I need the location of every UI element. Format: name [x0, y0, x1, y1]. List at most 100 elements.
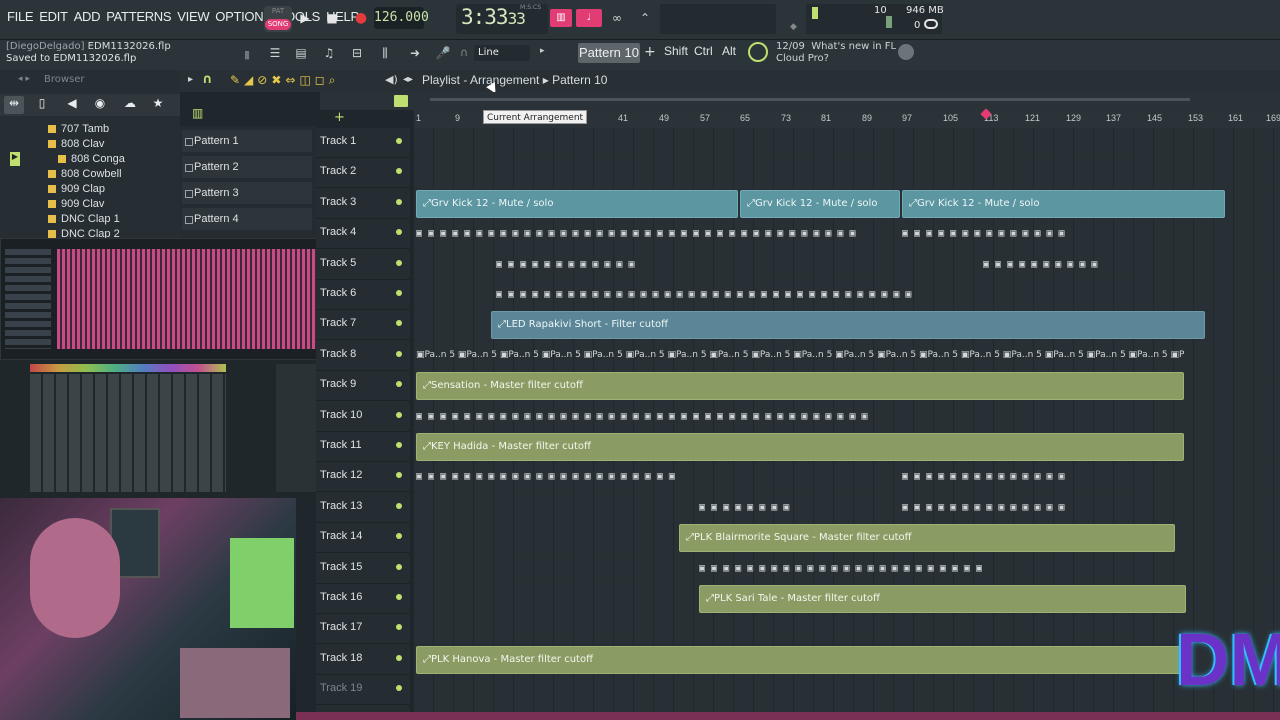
globe-icon[interactable] — [898, 44, 914, 60]
track-header[interactable]: Track 6 — [316, 280, 410, 310]
picker-icon[interactable]: ▥ — [192, 106, 203, 120]
arrow-right-icon[interactable]: ➜ — [404, 42, 426, 64]
time-display[interactable]: 3:3333 — [461, 5, 526, 29]
playlist-clip[interactable]: ⤢Grv Kick 12 - Mute / solo — [416, 189, 738, 218]
browser-item[interactable]: 808 Conga — [58, 153, 125, 165]
menu-add[interactable]: ADD — [71, 9, 104, 24]
snap-magnet-icon[interactable]: ∩ — [202, 72, 216, 87]
browser-nav-icon[interactable]: ◂ ▸ — [18, 74, 30, 84]
pat-song-toggle[interactable]: PAT SONG — [264, 6, 292, 32]
track-header[interactable]: Track 7 — [316, 310, 410, 341]
tempo-display[interactable]: 126.000 — [374, 7, 429, 29]
browser-item[interactable]: 808 Cowbell — [48, 168, 122, 180]
track-header[interactable]: Track 5 — [316, 250, 410, 280]
pin-icon[interactable]: ▮ — [244, 48, 256, 62]
news-icon[interactable] — [748, 42, 768, 62]
pattern-item[interactable]: Pattern 3 — [182, 182, 312, 204]
browser-files-icon[interactable]: ▯ — [32, 96, 52, 114]
menu-patterns[interactable]: PATTERNS — [103, 9, 174, 24]
menu-edit[interactable]: EDIT — [36, 9, 70, 24]
pattern-clip-row[interactable]: ▣ ▣ ▣ ▣ ▣ ▣ ▣ ▣ ▣ ▣ ▣ ▣ ▣ ▣ ▣ ▣ ▣ ▣ ▣ ▣ … — [416, 471, 856, 499]
pattern-item[interactable]: Pattern 2 — [182, 156, 312, 178]
playlist-title-text[interactable]: Playlist - Arrangement — [422, 73, 539, 87]
browser-item[interactable]: 909 Clap — [48, 183, 105, 195]
playlist-timeline-overview[interactable] — [320, 92, 1280, 110]
ctrl-key[interactable]: Ctrl — [694, 44, 713, 58]
title-arrow-icon[interactable]: ◂▸ — [403, 74, 413, 85]
snap-select[interactable]: Line — [474, 45, 530, 61]
browser-globe-icon[interactable]: ◉ — [90, 96, 110, 114]
track-header[interactable]: Track 8 — [316, 341, 410, 371]
pattern-clip-row[interactable]: ▣ ▣ ▣ ▣ ▣ ▣ ▣ ▣ ▣ ▣ ▣ ▣ — [496, 259, 731, 287]
mixer-faders-icon[interactable]: ⫼ — [374, 42, 396, 64]
track-header[interactable]: Track 10 — [316, 402, 410, 432]
record-icon[interactable]: ● — [350, 7, 372, 29]
play-icon[interactable]: ▶ — [294, 7, 316, 29]
channel-rack-thumbnail[interactable] — [0, 238, 322, 360]
master-pitch-icon[interactable]: ◆ — [790, 22, 800, 32]
metronome-icon[interactable]: ⌃ — [634, 7, 656, 29]
news-panel[interactable]: 12/09 What's new in FL Cloud Pro? — [776, 41, 896, 65]
track-header[interactable]: Track 9 — [316, 371, 410, 402]
track-header[interactable]: Track 3 — [316, 189, 410, 219]
pattern-item[interactable]: Pattern 4 — [182, 208, 312, 230]
pattern-clip-row[interactable]: ▣ ▣ ▣ ▣ ▣ ▣ ▣ ▣ ▣ ▣ ▣ ▣ ▣ ▣ ▣ ▣ ▣ ▣ ▣ ▣ … — [416, 411, 1184, 439]
playlist-title-pattern[interactable]: Pattern 10 — [552, 73, 607, 87]
pattern-select[interactable]: Pattern 10 — [578, 43, 640, 63]
playlist-menu-icon[interactable]: ▸ — [188, 74, 193, 85]
playlist-clip[interactable]: ⤢Grv Kick 12 - Mute / solo — [740, 189, 900, 218]
speaker-icon[interactable]: ◀) — [385, 73, 398, 86]
channel-rack-icon[interactable]: ▤ — [290, 42, 312, 64]
stop-icon[interactable]: ■ — [321, 7, 343, 29]
add-track-icon[interactable]: + — [334, 110, 345, 125]
playlist-clip[interactable]: ⤢PLK Hanova - Master filter cutoff — [416, 645, 1184, 674]
pattern-mode-icon[interactable] — [394, 95, 408, 107]
pattern-item[interactable]: Pattern 1 — [182, 130, 312, 152]
track-header[interactable]: Track 15 — [316, 554, 410, 584]
browser-item[interactable]: 909 Clav — [48, 198, 104, 210]
browser-item[interactable]: DNC Clap 2 — [48, 228, 120, 238]
countdown-icon[interactable]: ♩ — [576, 9, 602, 27]
browser-preview-icon[interactable]: ▶ — [10, 152, 20, 166]
magnet-icon[interactable]: ∩ — [460, 46, 468, 59]
track-header[interactable]: Track 2 — [316, 158, 410, 189]
track-header[interactable]: Track 18 — [316, 645, 410, 675]
step-edit-icon[interactable]: ▥ — [550, 9, 572, 27]
pattern-clip-row[interactable]: ▣ ▣ ▣ ▣ ▣ ▣ ▣ ▣ ▣ ▣ ▣ ▣ ▣ ▣ ▣ ▣ ▣ ▣ ▣ ▣ … — [496, 289, 1186, 317]
track-header[interactable]: Track 16 — [316, 584, 410, 614]
menu-view[interactable]: VIEW — [174, 9, 212, 24]
browser-all-icon[interactable]: ⇹ — [4, 96, 24, 114]
pattern-clip-row[interactable]: ▣ ▣ ▣ ▣ ▣ ▣ ▣ ▣ ▣ ▣ ▣ ▣ ▣ ▣ — [902, 228, 1177, 256]
browser-speaker-icon[interactable]: ◀ — [62, 96, 82, 114]
browser-item[interactable]: 808 Clav — [48, 138, 104, 150]
browser-item[interactable]: DNC Clap 1 — [48, 213, 120, 225]
pattern-clip-row[interactable]: ▣ ▣ ▣ ▣ ▣ ▣ ▣ ▣ ▣ ▣ ▣ ▣ ▣ ▣ — [902, 471, 1177, 499]
playlist-icon[interactable]: ☰ — [264, 42, 286, 64]
track-header[interactable]: Track 19 — [316, 675, 410, 706]
mixer-icon[interactable]: ⊟ — [346, 42, 368, 64]
piano-roll-icon[interactable]: ♫ — [318, 42, 340, 64]
loop-record-icon[interactable]: ∞ — [606, 7, 628, 29]
track-header[interactable]: Track 12 — [316, 462, 410, 493]
pattern-clip-row[interactable]: ▣Pa..n 5 ▣Pa..n 5 ▣Pa..n 5 ▣Pa..n 5 ▣Pa.… — [416, 350, 1184, 378]
playlist-tools[interactable]: ✎◢⊘✖⇔◫◻⌕ — [230, 73, 339, 88]
track-header[interactable]: Track 14 — [316, 523, 410, 554]
track-header[interactable]: Track 13 — [316, 493, 410, 523]
browser-cloud-icon[interactable]: ☁ — [120, 96, 140, 114]
pattern-clip-row[interactable]: ▣ ▣ ▣ ▣ ▣ ▣ ▣ ▣ ▣ ▣ ▣ ▣ ▣ ▣ ▣ ▣ ▣ ▣ ▣ ▣ … — [699, 563, 1177, 591]
microphone-icon[interactable]: 🎤 — [432, 42, 454, 64]
menu-file[interactable]: FILE — [4, 9, 36, 24]
playlist-clip[interactable]: ⤢Grv Kick 12 - Mute / solo — [902, 189, 1225, 218]
track-header[interactable]: Track 1 — [316, 128, 410, 158]
track-header[interactable]: Track 17 — [316, 614, 410, 645]
browser-item[interactable]: 707 Tamb — [48, 123, 109, 135]
pattern-prev-icon[interactable]: ▸ — [540, 46, 545, 56]
track-header[interactable]: Track 4 — [316, 219, 410, 250]
pattern-clip-row[interactable]: ▣ ▣ ▣ ▣ ▣ ▣ ▣ ▣ ▣ ▣ — [983, 259, 1177, 287]
pattern-clip-row[interactable]: ▣ ▣ ▣ ▣ ▣ ▣ ▣ ▣ ▣ ▣ ▣ ▣ ▣ ▣ — [902, 502, 1177, 530]
alt-key[interactable]: Alt — [722, 44, 736, 58]
mixer-thumbnail[interactable] — [0, 360, 336, 498]
pattern-clip-row[interactable]: ▣ ▣ ▣ ▣ ▣ ▣ ▣ ▣ — [699, 502, 851, 530]
track-header[interactable]: Track 11 — [316, 432, 410, 462]
browser-star-icon[interactable]: ★ — [148, 96, 168, 114]
